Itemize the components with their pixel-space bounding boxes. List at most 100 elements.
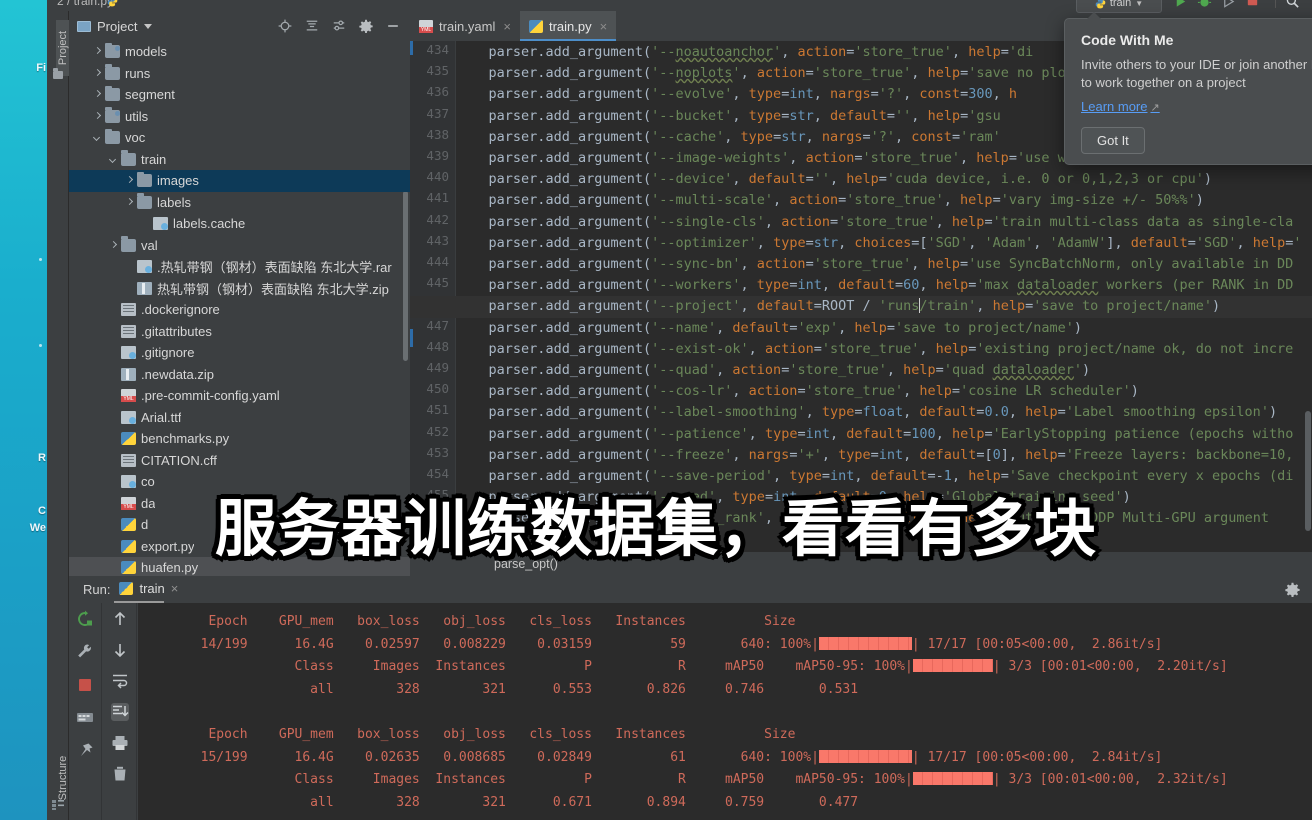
learn-more-link[interactable]: Learn more ↗ xyxy=(1081,99,1160,114)
tree-row[interactable]: .newdata.zip xyxy=(69,364,410,386)
chevron-down-icon[interactable] xyxy=(93,133,102,142)
code-line[interactable]: parser.add_argument('--single-cls', acti… xyxy=(456,212,1294,233)
code-line[interactable]: parser.add_argument('--name', default='e… xyxy=(456,318,1082,339)
tree-row[interactable]: utils xyxy=(69,106,410,128)
editor-tab[interactable]: train.py × xyxy=(519,11,617,41)
tree-row[interactable]: CITATION.cff xyxy=(69,450,410,472)
tree-row[interactable]: huafen.py xyxy=(69,557,410,576)
tree-row[interactable]: images xyxy=(69,170,410,192)
scroll-down-icon[interactable] xyxy=(111,641,129,659)
code-line[interactable]: parser.add_argument('--patience', type=i… xyxy=(456,424,1294,445)
project-file-tree[interactable]: models runs segment utils voc train images labe… xyxy=(69,41,410,576)
scroll-up-icon[interactable] xyxy=(111,610,129,628)
tree-row[interactable]: .dockerignore xyxy=(69,299,410,321)
file-icon xyxy=(121,324,136,338)
code-line[interactable]: parser.add_argument('--multi-scale', act… xyxy=(456,190,1204,211)
tree-row[interactable]: da xyxy=(69,493,410,515)
stop-icon[interactable] xyxy=(76,676,94,694)
tree-row[interactable]: export.py xyxy=(69,536,410,558)
editor-vertical-scrollbar[interactable] xyxy=(1305,411,1311,531)
search-icon[interactable] xyxy=(1285,0,1300,9)
trash-icon[interactable] xyxy=(111,765,129,783)
code-line[interactable]: parser.add_argument('--quad', action='st… xyxy=(456,360,1091,381)
tree-row[interactable]: Arial.ttf xyxy=(69,407,410,429)
tree-row[interactable]: voc xyxy=(69,127,410,149)
chevron-right-icon[interactable] xyxy=(93,69,102,78)
tree-row[interactable]: labels xyxy=(69,192,410,214)
debug-icon[interactable] xyxy=(1197,0,1212,9)
code-line[interactable]: parser.add_argument('--device', default=… xyxy=(456,169,1213,190)
editor-tab[interactable]: train.yaml × xyxy=(410,11,520,41)
tree-row[interactable]: labels.cache xyxy=(69,213,410,235)
chevron-right-icon[interactable] xyxy=(93,47,102,56)
chevron-down-icon[interactable]: ▼ xyxy=(1135,0,1143,8)
tree-row[interactable]: co xyxy=(69,471,410,493)
target-scope-icon[interactable] xyxy=(278,19,292,33)
code-line[interactable]: parser.add_argument('--project', default… xyxy=(410,296,1312,318)
structure-icon[interactable] xyxy=(52,800,64,810)
console-icon[interactable] xyxy=(76,709,94,727)
code-line[interactable]: parser.add_argument('--evolve', type=int… xyxy=(456,84,1017,105)
tree-row[interactable]: .pre-commit-config.yaml xyxy=(69,385,410,407)
code-line[interactable]: parser.add_argument('--noautoanchor', ac… xyxy=(456,42,1034,63)
line-number: 434 xyxy=(426,42,449,57)
chevron-right-icon[interactable] xyxy=(93,90,102,99)
tree-row[interactable]: val xyxy=(69,235,410,257)
run-icon[interactable] xyxy=(1173,0,1188,9)
chevron-right-icon[interactable] xyxy=(93,112,102,121)
tree-row[interactable]: .gitignore xyxy=(69,342,410,364)
code-line[interactable]: parser.add_argument('--local_rank', type… xyxy=(456,508,1269,529)
code-line[interactable]: parser.add_argument('--save-period', typ… xyxy=(456,466,1294,487)
collapse-all-icon[interactable] xyxy=(305,19,319,33)
print-icon[interactable] xyxy=(111,734,129,752)
code-line[interactable]: parser.add_argument('--sync-bn', action=… xyxy=(456,254,1294,275)
tree-row[interactable]: 热轧带钢（钢材）表面缺陷 东北大学.zip xyxy=(69,278,410,300)
code-line[interactable]: parser.add_argument('--cache', type=str,… xyxy=(456,127,1001,148)
tree-row[interactable]: d xyxy=(69,514,410,536)
tree-row[interactable]: runs xyxy=(69,63,410,85)
chevron-down-icon[interactable] xyxy=(144,23,153,29)
project-tool-window-button[interactable]: Project xyxy=(56,20,70,76)
tree-row[interactable]: train xyxy=(69,149,410,171)
folder-icon[interactable] xyxy=(53,68,63,79)
code-line[interactable]: parser.add_argument('--seed', type=int, … xyxy=(456,487,1131,508)
got-it-button[interactable]: Got It xyxy=(1081,127,1145,154)
code-line[interactable]: parser.add_argument('--workers', type=in… xyxy=(456,275,1294,296)
code-line[interactable]: parser.add_argument('--noplots', action=… xyxy=(456,63,1139,84)
structure-tool-window-button[interactable]: Structure xyxy=(57,750,69,806)
close-icon[interactable]: × xyxy=(171,581,179,596)
tree-row[interactable]: models xyxy=(69,41,410,63)
rerun-icon[interactable] xyxy=(76,610,94,628)
code-line[interactable]: parser.add_argument('--optimizer', type=… xyxy=(456,233,1302,254)
code-line[interactable]: parser.add_argument('--bucket', type=str… xyxy=(456,106,1001,127)
code-line[interactable]: parser.add_argument('--label-smoothing',… xyxy=(456,402,1278,423)
wrench-icon[interactable] xyxy=(76,643,94,661)
code-line[interactable]: parser.add_argument('--cos-lr', action='… xyxy=(456,381,1139,402)
tree-row-label: benchmarks.py xyxy=(141,431,230,447)
gear-icon[interactable] xyxy=(1285,582,1300,597)
run-console-output[interactable]: Epoch GPU_mem box_loss obj_loss cls_loss… xyxy=(138,603,1312,820)
tree-row[interactable]: .热轧带钢（钢材）表面缺陷 东北大学.rar xyxy=(69,256,410,278)
breadcrumb[interactable]: parse_opt() xyxy=(494,557,558,571)
chevron-right-icon[interactable] xyxy=(125,176,134,185)
close-icon[interactable]: × xyxy=(600,19,608,34)
tree-row[interactable]: segment xyxy=(69,84,410,106)
coverage-icon[interactable] xyxy=(1221,0,1236,9)
chevron-down-icon[interactable] xyxy=(109,155,118,164)
tree-row[interactable]: benchmarks.py xyxy=(69,428,410,450)
soft-wrap-icon[interactable] xyxy=(111,672,129,690)
close-icon[interactable]: × xyxy=(503,19,511,34)
scroll-to-end-icon[interactable] xyxy=(110,703,129,721)
project-icon xyxy=(77,20,91,32)
run-tab-train[interactable]: train × xyxy=(114,581,179,603)
expand-settings-icon[interactable] xyxy=(332,19,346,33)
code-line[interactable]: parser.add_argument('--freeze', nargs='+… xyxy=(456,445,1294,466)
chevron-right-icon[interactable] xyxy=(109,241,118,250)
chevron-right-icon[interactable] xyxy=(125,198,134,207)
code-line[interactable]: parser.add_argument('--exist-ok', action… xyxy=(456,339,1294,360)
tree-row[interactable]: .gitattributes xyxy=(69,321,410,343)
gear-icon[interactable] xyxy=(359,19,373,33)
stop-icon[interactable] xyxy=(1245,0,1260,9)
pin-icon[interactable] xyxy=(76,742,94,760)
minimize-icon[interactable] xyxy=(386,19,400,33)
